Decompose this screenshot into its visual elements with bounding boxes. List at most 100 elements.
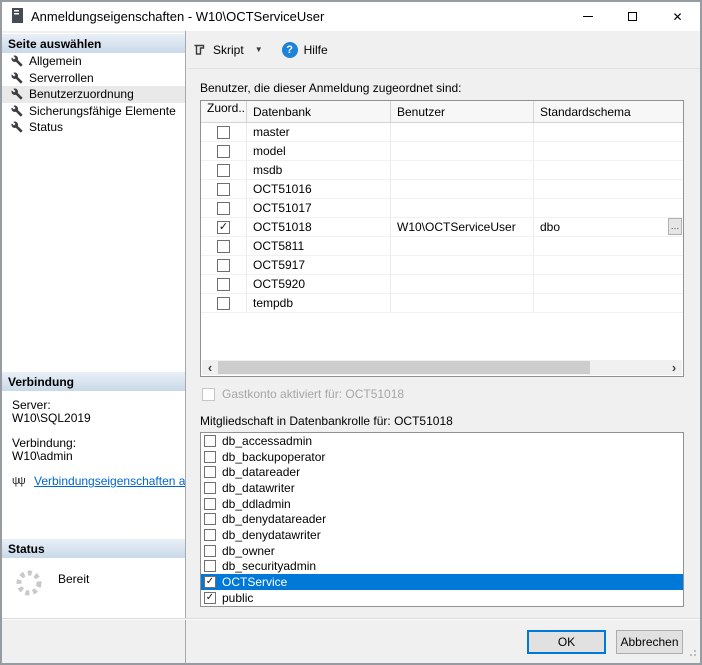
role-item-db-ddladmin[interactable]: db_ddladmin	[201, 496, 683, 512]
script-dropdown-arrow[interactable]: ▼	[249, 42, 269, 57]
role-item-db-securityadmin[interactable]: db_securityadmin	[201, 559, 683, 575]
role-checkbox[interactable]: ✓	[204, 576, 216, 588]
page-select-list: AllgemeinServerrollenBenutzerzuordnung Si…	[2, 53, 185, 371]
maximize-button[interactable]	[610, 2, 655, 31]
role-item-octservice[interactable]: ✓OCTService	[201, 574, 683, 590]
map-checkbox[interactable]	[217, 126, 230, 139]
role-checkbox[interactable]	[204, 513, 216, 525]
close-button[interactable]: ✕	[655, 2, 700, 31]
role-checkbox[interactable]	[204, 435, 216, 447]
role-item-db-backupoperator[interactable]: db_backupoperator	[201, 449, 683, 465]
column-header-user[interactable]: Benutzer	[391, 101, 534, 122]
role-checkbox[interactable]	[204, 466, 216, 478]
resize-grip[interactable]	[687, 646, 697, 660]
role-label: db_owner	[222, 544, 275, 558]
schema-cell[interactable]	[534, 275, 683, 293]
mapped-cell	[201, 294, 247, 312]
table-row: msdb	[201, 161, 683, 180]
map-checkbox[interactable]	[217, 259, 230, 272]
role-item-db-datawriter[interactable]: db_datawriter	[201, 480, 683, 496]
database-cell[interactable]: OCT51018	[247, 218, 391, 236]
database-cell[interactable]: msdb	[247, 161, 391, 179]
role-checkbox[interactable]	[204, 451, 216, 463]
schema-cell[interactable]	[534, 294, 683, 312]
ok-button[interactable]: OK	[527, 630, 606, 654]
view-connection-properties-link[interactable]: Verbindungseigenschaften anz	[34, 475, 185, 488]
role-item-db-accessadmin[interactable]: db_accessadmin	[201, 433, 683, 449]
map-checkbox[interactable]	[217, 164, 230, 177]
role-checkbox[interactable]	[204, 482, 216, 494]
sidebar-item-benutzerzuordnung[interactable]: Benutzerzuordnung	[2, 86, 185, 103]
role-label: db_securityadmin	[222, 559, 316, 573]
schema-cell[interactable]: dbo…	[534, 218, 683, 236]
map-checkbox[interactable]	[217, 240, 230, 253]
scrollbar-thumb[interactable]	[218, 361, 590, 374]
wrench-icon	[11, 55, 23, 67]
cancel-button[interactable]: Abbrechen	[616, 630, 683, 654]
help-button[interactable]: ? Hilfe	[277, 39, 333, 61]
user-cell[interactable]	[391, 161, 534, 179]
database-cell[interactable]: OCT51016	[247, 180, 391, 198]
sidebar-item-serverrollen[interactable]: Serverrollen	[2, 70, 185, 87]
scroll-left-icon[interactable]: ‹	[202, 360, 218, 375]
user-cell[interactable]	[391, 256, 534, 274]
script-button[interactable]: Skript	[187, 39, 249, 60]
role-item-db-denydatawriter[interactable]: db_denydatawriter	[201, 527, 683, 543]
user-cell[interactable]	[391, 180, 534, 198]
role-membership-list: db_accessadmindb_backupoperatordb_datare…	[200, 432, 684, 607]
schema-cell[interactable]	[534, 142, 683, 160]
user-cell[interactable]	[391, 237, 534, 255]
mapped-cell	[201, 180, 247, 198]
role-item-db-denydatareader[interactable]: db_denydatareader	[201, 511, 683, 527]
browse-button[interactable]: …	[668, 218, 682, 235]
table-row: OCT51017	[201, 199, 683, 218]
database-cell[interactable]: OCT51017	[247, 199, 391, 217]
role-item-db-owner[interactable]: db_owner	[201, 543, 683, 559]
schema-cell[interactable]	[534, 123, 683, 141]
database-cell[interactable]: model	[247, 142, 391, 160]
map-checkbox[interactable]	[217, 145, 230, 158]
role-item-public[interactable]: ✓public	[201, 590, 683, 606]
database-cell[interactable]: OCT5920	[247, 275, 391, 293]
schema-cell[interactable]	[534, 199, 683, 217]
map-checkbox[interactable]	[217, 202, 230, 215]
sidebar-item-status[interactable]: Status	[2, 119, 185, 136]
user-cell[interactable]	[391, 123, 534, 141]
map-checkbox[interactable]	[217, 183, 230, 196]
user-cell[interactable]: W10\OCTServiceUser	[391, 218, 534, 236]
column-header-mapped[interactable]: Zuord...	[201, 101, 247, 122]
database-cell[interactable]: master	[247, 123, 391, 141]
map-checkbox[interactable]: ✓	[217, 221, 230, 234]
schema-cell[interactable]	[534, 180, 683, 198]
horizontal-scrollbar[interactable]: ‹ ›	[202, 360, 682, 375]
sidebar-item-allgemein[interactable]: Allgemein	[2, 53, 185, 70]
schema-cell[interactable]	[534, 237, 683, 255]
table-row: OCT5920	[201, 275, 683, 294]
main-panel: Skript ▼ ? Hilfe Benutzer, die dieser An…	[187, 31, 700, 663]
schema-cell[interactable]	[534, 256, 683, 274]
minimize-button[interactable]	[565, 2, 610, 31]
user-cell[interactable]	[391, 275, 534, 293]
role-checkbox[interactable]: ✓	[204, 592, 216, 604]
user-cell[interactable]	[391, 199, 534, 217]
role-checkbox[interactable]	[204, 529, 216, 541]
role-checkbox[interactable]	[204, 498, 216, 510]
map-checkbox[interactable]	[217, 278, 230, 291]
role-checkbox[interactable]	[204, 545, 216, 557]
database-cell[interactable]: tempdb	[247, 294, 391, 312]
map-checkbox[interactable]	[217, 297, 230, 310]
database-cell[interactable]: OCT5811	[247, 237, 391, 255]
sidebar-item-label: Status	[29, 120, 63, 134]
table-row: OCT5917	[201, 256, 683, 275]
user-cell[interactable]	[391, 142, 534, 160]
database-cell[interactable]: OCT5917	[247, 256, 391, 274]
column-header-schema[interactable]: Standardschema	[534, 101, 683, 122]
scroll-right-icon[interactable]: ›	[666, 360, 682, 375]
role-item-db-datareader[interactable]: db_datareader	[201, 464, 683, 480]
sidebar-item-sicherungsf-hige-elemente[interactable]: Sicherungsfähige Elemente	[2, 103, 185, 120]
user-cell[interactable]	[391, 294, 534, 312]
sidebar-item-label: Benutzerzuordnung	[29, 87, 134, 101]
schema-cell[interactable]	[534, 161, 683, 179]
column-header-database[interactable]: Datenbank	[247, 101, 391, 122]
role-checkbox[interactable]	[204, 560, 216, 572]
